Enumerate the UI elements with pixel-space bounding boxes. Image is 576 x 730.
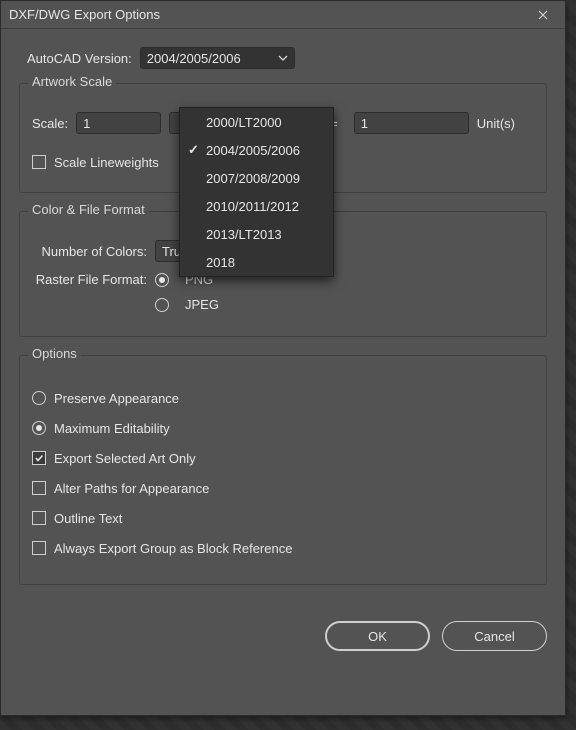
check-icon [34, 453, 44, 463]
radio-dot-icon [159, 277, 165, 283]
units-suffix-label: Unit(s) [477, 116, 515, 131]
version-option-5[interactable]: 2018 [180, 248, 333, 276]
autocad-version-value: 2004/2005/2006 [147, 51, 241, 66]
version-option-2[interactable]: 2007/2008/2009 [180, 164, 333, 192]
preserve-appearance-radio[interactable] [32, 391, 46, 405]
window-title: DXF/DWG Export Options [9, 7, 160, 22]
autocad-version-dropdown[interactable]: 2000/LT2000 ✓2004/2005/2006 2007/2008/20… [179, 107, 334, 277]
autocad-version-select[interactable]: 2004/2005/2006 [140, 47, 295, 69]
version-option-3[interactable]: 2010/2011/2012 [180, 192, 333, 220]
preserve-appearance-label: Preserve Appearance [54, 391, 179, 406]
check-icon: ✓ [188, 142, 199, 158]
alter-paths-checkbox[interactable] [32, 481, 46, 495]
block-reference-label: Always Export Group as Block Reference [54, 541, 292, 556]
maximum-editability-radio[interactable] [32, 421, 46, 435]
units-input[interactable]: 1 [354, 112, 469, 134]
close-icon [538, 10, 548, 20]
export-selected-only-label: Export Selected Art Only [54, 451, 196, 466]
export-dialog: DXF/DWG Export Options AutoCAD Version: … [0, 0, 566, 716]
block-reference-checkbox[interactable] [32, 541, 46, 555]
color-file-title: Color & File Format [28, 202, 149, 217]
titlebar: DXF/DWG Export Options [1, 1, 565, 29]
artwork-scale-title: Artwork Scale [28, 74, 116, 89]
png-radio[interactable] [155, 273, 169, 287]
version-option-4[interactable]: 2013/LT2013 [180, 220, 333, 248]
autocad-version-label: AutoCAD Version: [27, 51, 132, 66]
radio-dot-icon [36, 425, 42, 431]
options-group: Options Preserve Appearance Maximum Edit… [19, 355, 547, 585]
dialog-content: AutoCAD Version: 2004/2005/2006 Artwork … [1, 29, 565, 585]
scale-input[interactable]: 1 [76, 112, 161, 134]
export-selected-only-checkbox[interactable] [32, 451, 46, 465]
num-colors-label: Number of Colors: [32, 244, 147, 259]
cancel-button[interactable]: Cancel [442, 621, 547, 651]
version-option-0[interactable]: 2000/LT2000 [180, 108, 333, 136]
chevron-down-icon [278, 55, 288, 61]
window-close-button[interactable] [521, 1, 565, 29]
options-title: Options [28, 346, 81, 361]
scale-lineweights-checkbox[interactable] [32, 155, 46, 169]
version-option-1[interactable]: ✓2004/2005/2006 [180, 136, 333, 164]
maximum-editability-label: Maximum Editability [54, 421, 170, 436]
raster-format-label: Raster File Format: [32, 272, 147, 287]
jpeg-radio[interactable] [155, 298, 169, 312]
scale-label: Scale: [32, 116, 68, 131]
alter-paths-label: Alter Paths for Appearance [54, 481, 209, 496]
button-row: OK Cancel [1, 603, 565, 669]
outline-text-label: Outline Text [54, 511, 122, 526]
outline-text-checkbox[interactable] [32, 511, 46, 525]
scale-lineweights-label: Scale Lineweights [54, 155, 159, 170]
jpeg-label: JPEG [185, 297, 219, 312]
ok-button[interactable]: OK [325, 621, 430, 651]
